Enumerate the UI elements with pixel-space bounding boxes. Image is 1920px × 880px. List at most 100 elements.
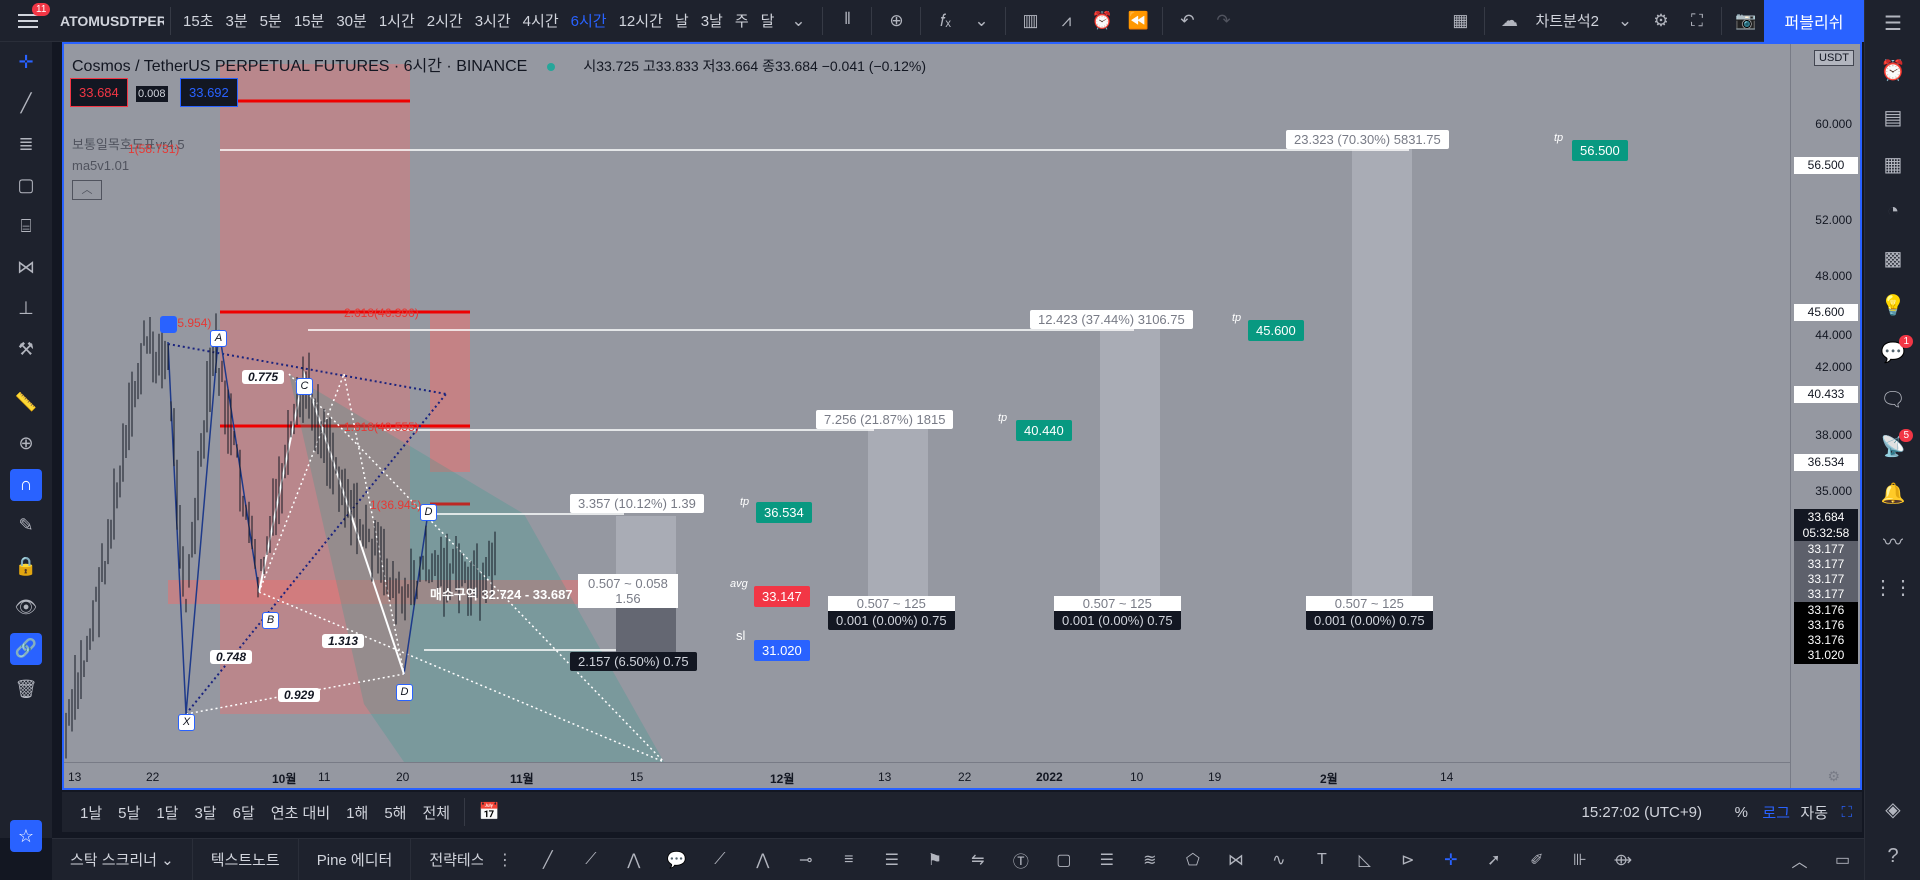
camera-icon[interactable]: 📷 — [1728, 5, 1764, 37]
news-icon[interactable]: ▦ — [1865, 141, 1920, 188]
financials-icon[interactable]: ▥ — [1012, 5, 1048, 37]
zoom-in-icon[interactable]: ⊕ — [0, 423, 52, 464]
clock[interactable]: 15:27:02 (UTC+9) — [1582, 804, 1702, 821]
point-x[interactable]: X — [178, 714, 195, 731]
candle-style-icon[interactable]: 𝍪 — [829, 5, 865, 37]
range-button[interactable]: 전체 — [414, 802, 458, 823]
price-axis[interactable]: USDT 60.00056.00052.00048.00044.00042.00… — [1790, 44, 1860, 788]
pattern-icon[interactable]: ⋈ — [0, 247, 52, 288]
interval-item[interactable]: 3분 — [220, 10, 254, 31]
fav-pattern-icon[interactable]: ⬠ — [1171, 839, 1214, 880]
text-note-icon[interactable]: ⌸ — [0, 206, 52, 247]
fav-position-icon[interactable]: ⊪ — [1558, 839, 1601, 880]
goto-date-icon[interactable]: 📅 — [471, 796, 507, 828]
fav-arrow-icon[interactable]: ➚ — [1472, 839, 1515, 880]
layout-dropdown-icon[interactable]: ⌄ — [1607, 5, 1643, 37]
indicator-2[interactable]: ma5v1.01 — [72, 158, 129, 173]
range-button[interactable]: 3달 — [186, 802, 224, 823]
drag-handle-icon[interactable]: ⋮ — [483, 839, 526, 880]
collapse-panel-icon[interactable]: ︿ — [1778, 839, 1821, 880]
tab-text-notes[interactable]: 텍스트노트 — [193, 838, 299, 880]
tab-strategy-tester[interactable]: 전략테스터 — [411, 839, 483, 880]
replay-icon[interactable]: ⏪ — [1120, 5, 1156, 37]
interval-item[interactable]: 달 — [755, 10, 781, 31]
undo-icon[interactable]: ↶ — [1169, 5, 1205, 37]
ruler-icon[interactable]: 📏 — [0, 382, 52, 423]
fav-hline-icon[interactable]: ⊸ — [784, 839, 827, 880]
indicators-icon[interactable]: 𝑓ₓ — [927, 5, 963, 37]
fav-xabcd-icon[interactable]: ⋈ — [1214, 839, 1257, 880]
axis-settings-gear-icon[interactable]: ⚙ — [1827, 768, 1840, 785]
favorites-star-icon[interactable]: ☆ — [10, 820, 42, 852]
fib-retracement-icon[interactable]: ≣ — [0, 124, 52, 165]
fav-abcd-icon[interactable]: ⋀ — [741, 839, 784, 880]
calendar-icon[interactable]: ▩ — [1865, 235, 1920, 282]
data-window-icon[interactable]: ▤ — [1865, 94, 1920, 141]
fav-forecast-icon[interactable]: ⊳ — [1386, 839, 1429, 880]
notifications-bell-icon[interactable]: 🔔 — [1865, 470, 1920, 517]
price-badge[interactable]: 31.020 — [1794, 647, 1858, 664]
indicators-dropdown-icon[interactable]: ⌄ — [963, 5, 999, 37]
price-badge[interactable]: 40.433 — [1794, 386, 1858, 403]
auto-toggle[interactable]: 자동 — [1800, 802, 1828, 823]
hotlists-icon[interactable]: ◔ — [1865, 188, 1920, 235]
price-badge[interactable]: 36.534 — [1794, 454, 1858, 471]
point-x-top[interactable] — [160, 316, 177, 333]
target-4-price[interactable]: 56.500 — [1572, 140, 1628, 161]
interval-item[interactable]: 3날 — [695, 10, 729, 31]
crosshair-icon[interactable]: ✛ — [0, 42, 52, 83]
price-badge[interactable]: 45.600 — [1794, 304, 1858, 321]
alert-icon[interactable]: ⏰ — [1084, 5, 1120, 37]
templates-icon[interactable]: ⩘ — [1048, 5, 1084, 37]
range-button[interactable]: 6달 — [225, 802, 263, 823]
pencil-lock-icon[interactable]: ✎ — [0, 505, 52, 546]
collapse-legend-button[interactable]: ︿ — [72, 180, 102, 200]
target-3-price[interactable]: 45.600 — [1248, 320, 1304, 341]
range-button[interactable]: 1날 — [72, 802, 110, 823]
interval-item[interactable]: 2시간 — [421, 10, 469, 31]
price-badge[interactable]: 33.177 — [1794, 586, 1858, 603]
percent-toggle[interactable]: % — [1735, 804, 1748, 821]
layout-name[interactable]: 차트분석2 — [1527, 10, 1607, 31]
point-a[interactable]: A — [210, 330, 227, 347]
range-button[interactable]: 1해 — [338, 802, 376, 823]
messages-icon[interactable]: 🗨 — [1865, 376, 1920, 423]
ideas-lightbulb-icon[interactable]: 💡 — [1865, 282, 1920, 329]
dom-icon[interactable]: ⋮⋮ — [1865, 564, 1920, 611]
fav-polyline-icon[interactable]: ⟋ — [569, 839, 612, 880]
projection-icon[interactable]: ⊥ — [0, 288, 52, 329]
target-2-price[interactable]: 40.440 — [1016, 420, 1072, 441]
point-d[interactable]: D — [396, 684, 413, 701]
tab-pine-editor[interactable]: Pine 에디터 — [299, 838, 412, 880]
lock-icon[interactable]: 🔒 — [0, 546, 52, 587]
interval-item[interactable]: 날 — [669, 10, 695, 31]
fav-channel-icon[interactable]: ≡ — [827, 839, 870, 880]
main-menu-button[interactable]: 11 — [0, 0, 56, 42]
chart-pane[interactable]: Cosmos / TetherUS PERPETUAL FUTURES · 6시… — [62, 42, 1862, 790]
point-b[interactable]: B — [262, 612, 279, 629]
watchlist-icon[interactable]: ☰ — [1865, 0, 1920, 47]
price-badge[interactable]: 56.500 — [1794, 157, 1858, 174]
brush-icon[interactable]: ⚒ — [0, 329, 52, 370]
maximize-panel-icon[interactable]: ▭ — [1821, 839, 1864, 880]
magnet-icon[interactable]: ∩ — [0, 464, 52, 505]
sell-price-box[interactable]: 33.684 — [70, 78, 128, 107]
log-toggle[interactable]: 로그 — [1762, 802, 1790, 823]
interval-item[interactable]: 4시간 — [517, 10, 565, 31]
stop-price[interactable]: 31.020 — [754, 640, 810, 661]
range-button[interactable]: 5해 — [376, 802, 414, 823]
fav-trendline-icon[interactable]: ╱ — [526, 839, 569, 880]
fav-elliott-icon[interactable]: ⋀ — [612, 839, 655, 880]
interval-item[interactable]: 30분 — [330, 10, 373, 31]
alerts-clock-icon[interactable]: ⏰ — [1865, 47, 1920, 94]
range-button[interactable]: 연초 대비 — [263, 802, 338, 823]
fav-triangle-icon[interactable]: ◺ — [1343, 839, 1386, 880]
price-badge[interactable]: 33.684 — [1794, 509, 1858, 526]
streams-icon[interactable]: 📡 5 — [1865, 423, 1920, 470]
rectangle-icon[interactable]: ▢ — [0, 165, 52, 206]
interval-item[interactable]: 1시간 — [373, 10, 421, 31]
point-c[interactable]: C — [296, 378, 313, 395]
trading-panel-icon[interactable]: 〰 — [1865, 517, 1920, 564]
interval-item[interactable]: 6시간 — [565, 10, 613, 31]
trend-line-icon[interactable]: ╱ — [0, 83, 52, 124]
